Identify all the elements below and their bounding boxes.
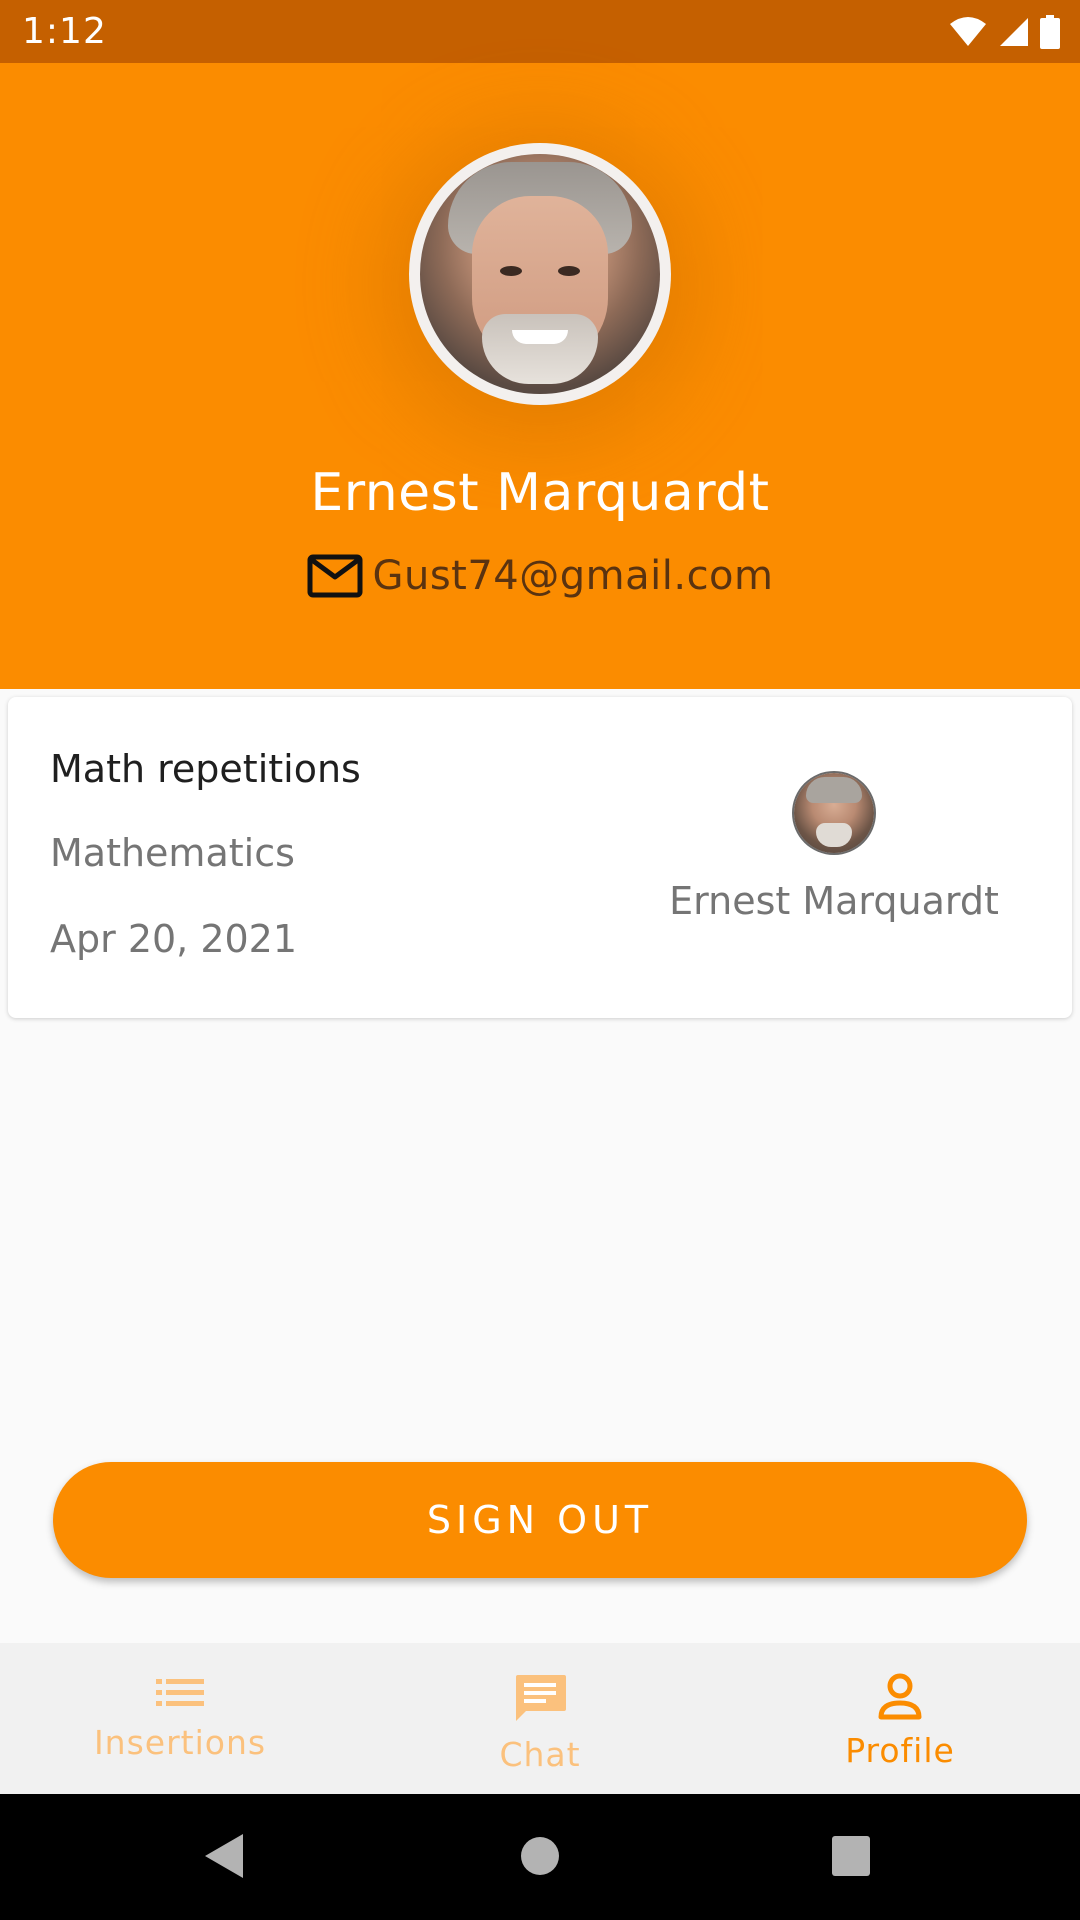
profile-screen: 1:12 Ernest Marquardt Gust74@gmail.com M… [0,0,1080,1920]
user-photo [420,154,660,394]
chat-icon [516,1675,566,1721]
recents-icon[interactable] [830,1832,872,1880]
list-icon [156,1679,204,1706]
nav-label-insertions: Insertions [93,1723,267,1762]
status-icons [948,14,1060,49]
person-icon [878,1673,922,1720]
wifi-icon [950,16,986,46]
battery-icon [1040,14,1060,49]
insertion-card[interactable]: Math repetitions Mathematics Apr 20, 202… [8,697,1072,1018]
card-subject: Mathematics [50,831,295,875]
home-icon[interactable] [519,1832,561,1880]
profile-email: Gust74@gmail.com [372,553,774,599]
back-icon[interactable] [203,1832,247,1880]
profile-name: Ernest Marquardt [310,463,770,523]
status-bar: 1:12 [0,0,1080,63]
owner-avatar [794,773,874,853]
card-owner: Ernest Marquardt [654,773,1014,923]
nav-item-insertions[interactable]: Insertions [0,1643,360,1794]
email-row: Gust74@gmail.com [0,553,1080,599]
nav-item-profile[interactable]: Profile [720,1643,1080,1794]
status-time: 1:12 [22,11,107,52]
profile-avatar[interactable] [409,143,671,405]
bottom-navigation: Insertions Chat Profile [0,1643,1080,1794]
system-navigation-bar [0,1794,1080,1920]
card-date: Apr 20, 2021 [50,917,298,961]
signal-icon [1000,17,1028,46]
sign-out-button[interactable]: SIGN OUT [53,1462,1027,1578]
card-title: Math repetitions [50,747,361,791]
mail-icon [307,554,363,598]
nav-label-chat: Chat [499,1735,581,1774]
nav-item-chat[interactable]: Chat [360,1643,720,1794]
owner-name: Ernest Marquardt [669,879,999,923]
profile-header: Ernest Marquardt Gust74@gmail.com [0,63,1080,689]
nav-label-profile: Profile [845,1731,955,1770]
